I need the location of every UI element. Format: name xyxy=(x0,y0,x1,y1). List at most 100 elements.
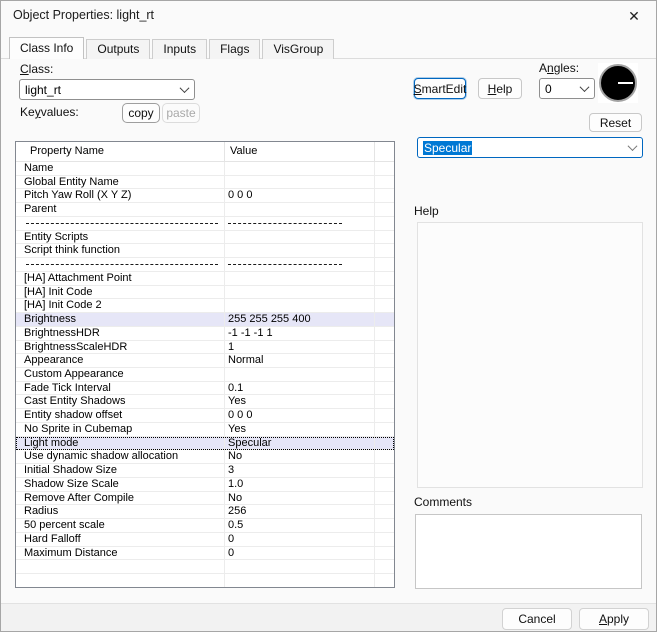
property-value-cell: 0 xyxy=(225,533,375,547)
chevron-down-icon xyxy=(580,82,590,92)
property-value-cell: Specular xyxy=(225,437,375,451)
row-spacer-cell xyxy=(375,189,394,203)
cancel-button[interactable]: Cancel xyxy=(502,608,572,630)
table-row[interactable] xyxy=(16,217,394,231)
table-row[interactable] xyxy=(16,574,394,588)
property-value-cell: 255 255 255 400 xyxy=(225,313,375,327)
table-row[interactable]: Global Entity Name xyxy=(16,176,394,190)
paste-button[interactable]: paste xyxy=(162,103,200,123)
row-spacer-cell xyxy=(375,286,394,300)
tab-flags[interactable]: Flags xyxy=(209,39,260,59)
table-row[interactable]: Radius256 xyxy=(16,505,394,519)
property-name-cell: Entity Scripts xyxy=(16,231,225,245)
table-row[interactable]: BrightnessHDR-1 -1 -1 1 xyxy=(16,327,394,341)
reset-button[interactable]: Reset xyxy=(589,113,642,132)
help-button[interactable]: Help xyxy=(478,78,522,99)
angle-dial[interactable] xyxy=(598,63,638,103)
table-row[interactable]: Remove After CompileNo xyxy=(16,492,394,506)
property-value-cell xyxy=(225,299,375,313)
property-name-cell: 50 percent scale xyxy=(16,519,225,533)
row-spacer-cell xyxy=(375,217,394,231)
class-label: Class: xyxy=(20,62,53,76)
row-spacer-cell xyxy=(375,203,394,217)
property-name-cell xyxy=(16,560,225,574)
property-name-cell xyxy=(16,258,225,272)
help-section-label: Help xyxy=(414,204,439,218)
table-row[interactable]: Light modeSpecular xyxy=(16,437,394,451)
row-spacer-cell xyxy=(375,450,394,464)
table-row[interactable]: Entity shadow offset0 0 0 xyxy=(16,409,394,423)
column-header-property-name[interactable]: Property Name xyxy=(16,142,225,161)
table-row[interactable]: Name xyxy=(16,162,394,176)
column-header-value[interactable]: Value xyxy=(225,142,375,161)
angles-combobox[interactable]: 0 xyxy=(539,78,595,99)
property-name-cell: [HA] Init Code 2 xyxy=(16,299,225,313)
close-icon[interactable]: ✕ xyxy=(620,5,648,27)
property-name-cell: Use dynamic shadow allocation xyxy=(16,450,225,464)
class-combobox[interactable]: light_rt xyxy=(19,79,195,100)
table-row[interactable]: Shadow Size Scale1.0 xyxy=(16,478,394,492)
table-row[interactable]: Hard Falloff0 xyxy=(16,533,394,547)
light-mode-combobox[interactable]: Specular xyxy=(417,137,643,158)
property-value-cell: 0 xyxy=(225,547,375,561)
row-spacer-cell xyxy=(375,244,394,258)
table-row[interactable]: Parent xyxy=(16,203,394,217)
table-row[interactable]: Use dynamic shadow allocationNo xyxy=(16,450,394,464)
table-row[interactable]: Custom Appearance xyxy=(16,368,394,382)
table-row[interactable]: [HA] Attachment Point xyxy=(16,272,394,286)
property-value-cell: -1 -1 -1 1 xyxy=(225,327,375,341)
table-row[interactable]: Entity Scripts xyxy=(16,231,394,245)
table-row[interactable]: [HA] Init Code 2 xyxy=(16,299,394,313)
property-value-cell: 0.5 xyxy=(225,519,375,533)
table-row[interactable]: Initial Shadow Size3 xyxy=(16,464,394,478)
comments-input[interactable] xyxy=(415,514,642,589)
table-row[interactable] xyxy=(16,258,394,272)
light-mode-combobox-value: Specular xyxy=(423,141,472,155)
angle-direction-indicator xyxy=(618,82,633,84)
row-spacer-cell xyxy=(375,574,394,588)
table-row[interactable]: BrightnessScaleHDR1 xyxy=(16,341,394,355)
table-row[interactable]: 50 percent scale0.5 xyxy=(16,519,394,533)
table-row[interactable]: Cast Entity ShadowsYes xyxy=(16,395,394,409)
property-value-cell: Normal xyxy=(225,354,375,368)
keyvalues-label: Keyvalues: xyxy=(20,105,79,119)
table-row[interactable]: Maximum Distance0 xyxy=(16,547,394,561)
property-value-cell: No xyxy=(225,450,375,464)
property-value-cell: 0 0 0 xyxy=(225,189,375,203)
chevron-down-icon xyxy=(628,141,638,151)
table-row[interactable]: No Sprite in CubemapYes xyxy=(16,423,394,437)
tab-outputs[interactable]: Outputs xyxy=(86,39,150,59)
property-name-cell: No Sprite in Cubemap xyxy=(16,423,225,437)
row-spacer-cell xyxy=(375,327,394,341)
property-value-cell: 1.0 xyxy=(225,478,375,492)
table-row[interactable]: Fade Tick Interval0.1 xyxy=(16,382,394,396)
table-row[interactable]: AppearanceNormal xyxy=(16,354,394,368)
apply-button[interactable]: Apply xyxy=(579,608,649,630)
title-bar: Object Properties: light_rt ✕ xyxy=(1,1,656,31)
table-row[interactable]: Brightness255 255 255 400 xyxy=(16,313,394,327)
property-value-cell: Yes xyxy=(225,423,375,437)
property-value-cell xyxy=(225,272,375,286)
table-row[interactable] xyxy=(16,560,394,574)
property-name-cell: Radius xyxy=(16,505,225,519)
property-name-cell: Shadow Size Scale xyxy=(16,478,225,492)
property-name-cell: Name xyxy=(16,162,225,176)
property-name-cell: Script think function xyxy=(16,244,225,258)
property-value-cell: 0 0 0 xyxy=(225,409,375,423)
tab-inputs[interactable]: Inputs xyxy=(152,39,207,59)
separator-dashes xyxy=(26,264,218,265)
table-row[interactable]: Script think function xyxy=(16,244,394,258)
tab-visgroup[interactable]: VisGroup xyxy=(262,39,334,59)
property-value-cell: 0.1 xyxy=(225,382,375,396)
property-value-cell: 3 xyxy=(225,464,375,478)
row-spacer-cell xyxy=(375,505,394,519)
table-row[interactable]: [HA] Init Code xyxy=(16,286,394,300)
row-spacer-cell xyxy=(375,492,394,506)
window-title: Object Properties: light_rt xyxy=(13,8,154,22)
tab-class-info[interactable]: Class Info xyxy=(9,37,84,59)
table-row[interactable]: Pitch Yaw Roll (X Y Z)0 0 0 xyxy=(16,189,394,203)
copy-button[interactable]: copy xyxy=(122,103,160,123)
row-spacer-cell xyxy=(375,272,394,286)
smartedit-button[interactable]: SmartEdit xyxy=(414,78,466,99)
property-name-cell: Light mode xyxy=(16,437,225,451)
